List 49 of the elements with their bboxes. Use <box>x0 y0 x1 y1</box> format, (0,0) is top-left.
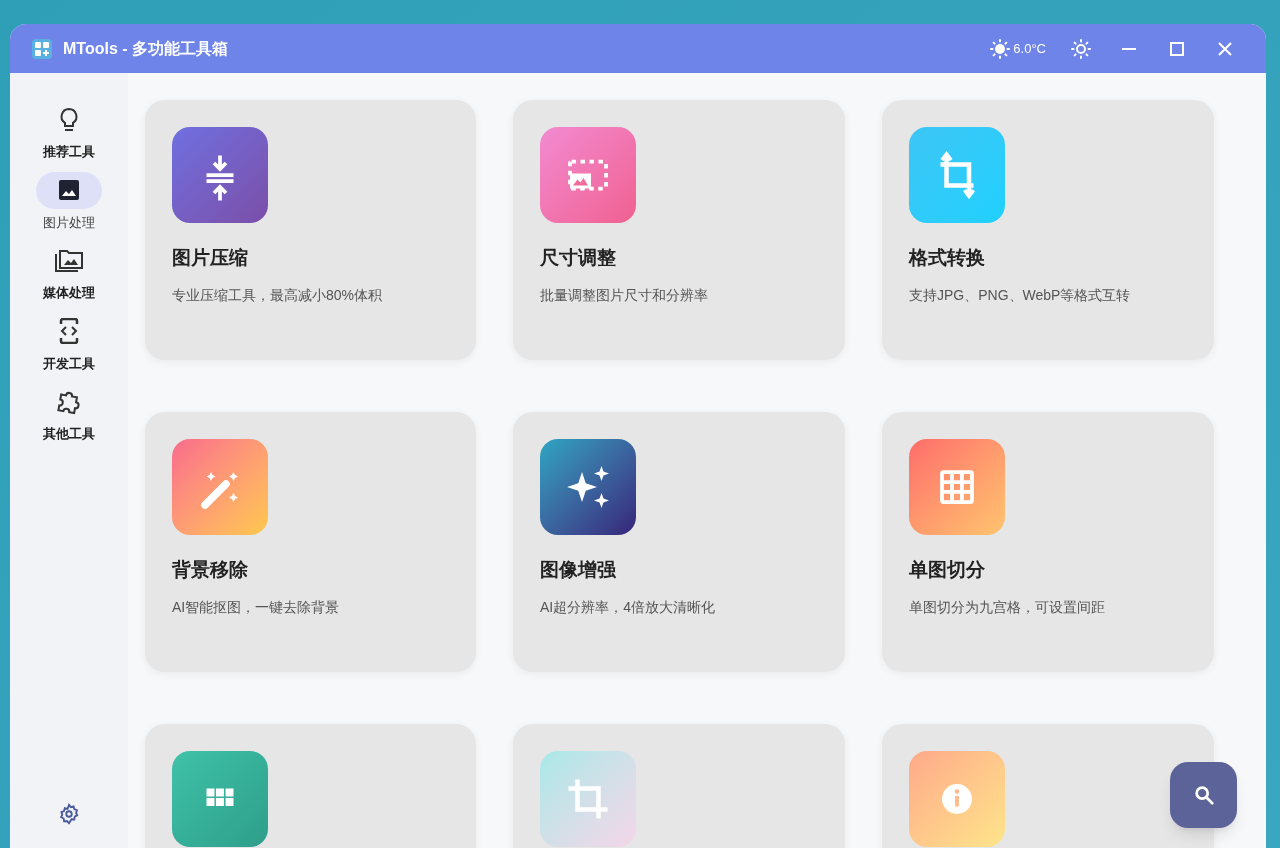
sidebar-item[interactable]: 其他工具 <box>34 383 104 444</box>
card-title: 图像增强 <box>540 558 617 582</box>
temperature-text: 6.0°C <box>1013 39 1046 58</box>
brightness-icon <box>1071 38 1091 59</box>
card-description: 单图切分为九宫格，可设置间距 <box>909 597 1106 617</box>
card-description: 批量调整图片尺寸和分辨率 <box>540 285 709 305</box>
crop-arrows-icon <box>909 127 1005 223</box>
magic-wand-icon <box>172 439 268 535</box>
settings-icon <box>58 803 80 825</box>
tool-card[interactable]: 单图切分 单图切分为九宫格，可设置间距 <box>882 412 1214 672</box>
sidebar-item[interactable]: 推荐工具 <box>34 101 104 162</box>
maximize-icon <box>1169 40 1185 57</box>
compress-arrows-icon <box>172 127 268 223</box>
tool-card[interactable]: 格式转换 支持JPG、PNG、WebP等格式互转 <box>882 100 1214 360</box>
resize-frame-icon <box>540 127 636 223</box>
card-title: 背景移除 <box>172 558 249 582</box>
card-description: AI超分辨率，4倍放大清晰化 <box>540 597 716 617</box>
tool-card[interactable]: 图片压缩 专业压缩工具，最高减小80%体积 <box>145 100 476 360</box>
card-title: 尺寸调整 <box>540 246 617 270</box>
crop-icon <box>540 751 636 847</box>
sidebar-item[interactable]: 开发工具 <box>34 312 104 373</box>
info-icon <box>909 751 1005 847</box>
sparkles-icon <box>540 439 636 535</box>
card-title: 格式转换 <box>909 246 986 270</box>
app-logo-icon <box>32 38 52 59</box>
close-icon <box>1217 40 1233 57</box>
theme-toggle-button[interactable] <box>1070 37 1092 60</box>
tool-card[interactable]: 背景移除 AI智能抠图，一键去除背景 <box>145 412 476 672</box>
window-title: MTools - 多功能工具箱 <box>63 38 229 59</box>
card-description: 支持JPG、PNG、WebP等格式互转 <box>909 285 1132 305</box>
photo-album-icon <box>54 248 84 273</box>
settings-button[interactable] <box>57 802 81 826</box>
image-icon <box>58 179 80 201</box>
code-icon <box>58 318 80 344</box>
sun-icon <box>990 38 1011 59</box>
grid-icon <box>172 751 268 847</box>
card-description: 专业压缩工具，最高减小80%体积 <box>172 285 384 305</box>
sidebar-item[interactable]: 图片处理 <box>34 171 104 232</box>
card-title: 单图切分 <box>909 558 986 582</box>
card-description: AI智能抠图，一键去除背景 <box>172 597 341 617</box>
search-icon <box>1192 784 1215 806</box>
tool-card[interactable]: 图像增强 AI超分辨率，4倍放大清晰化 <box>513 412 845 672</box>
card-title: 图片压缩 <box>172 246 249 270</box>
search-button[interactable] <box>1170 762 1237 828</box>
tool-card[interactable]: 尺寸调整 批量调整图片尺寸和分辨率 <box>513 100 845 360</box>
minimize-icon <box>1121 47 1137 50</box>
grid-icon <box>909 439 1005 535</box>
sidebar-item[interactable]: 媒体处理 <box>34 242 104 303</box>
bulb-icon <box>58 106 80 133</box>
